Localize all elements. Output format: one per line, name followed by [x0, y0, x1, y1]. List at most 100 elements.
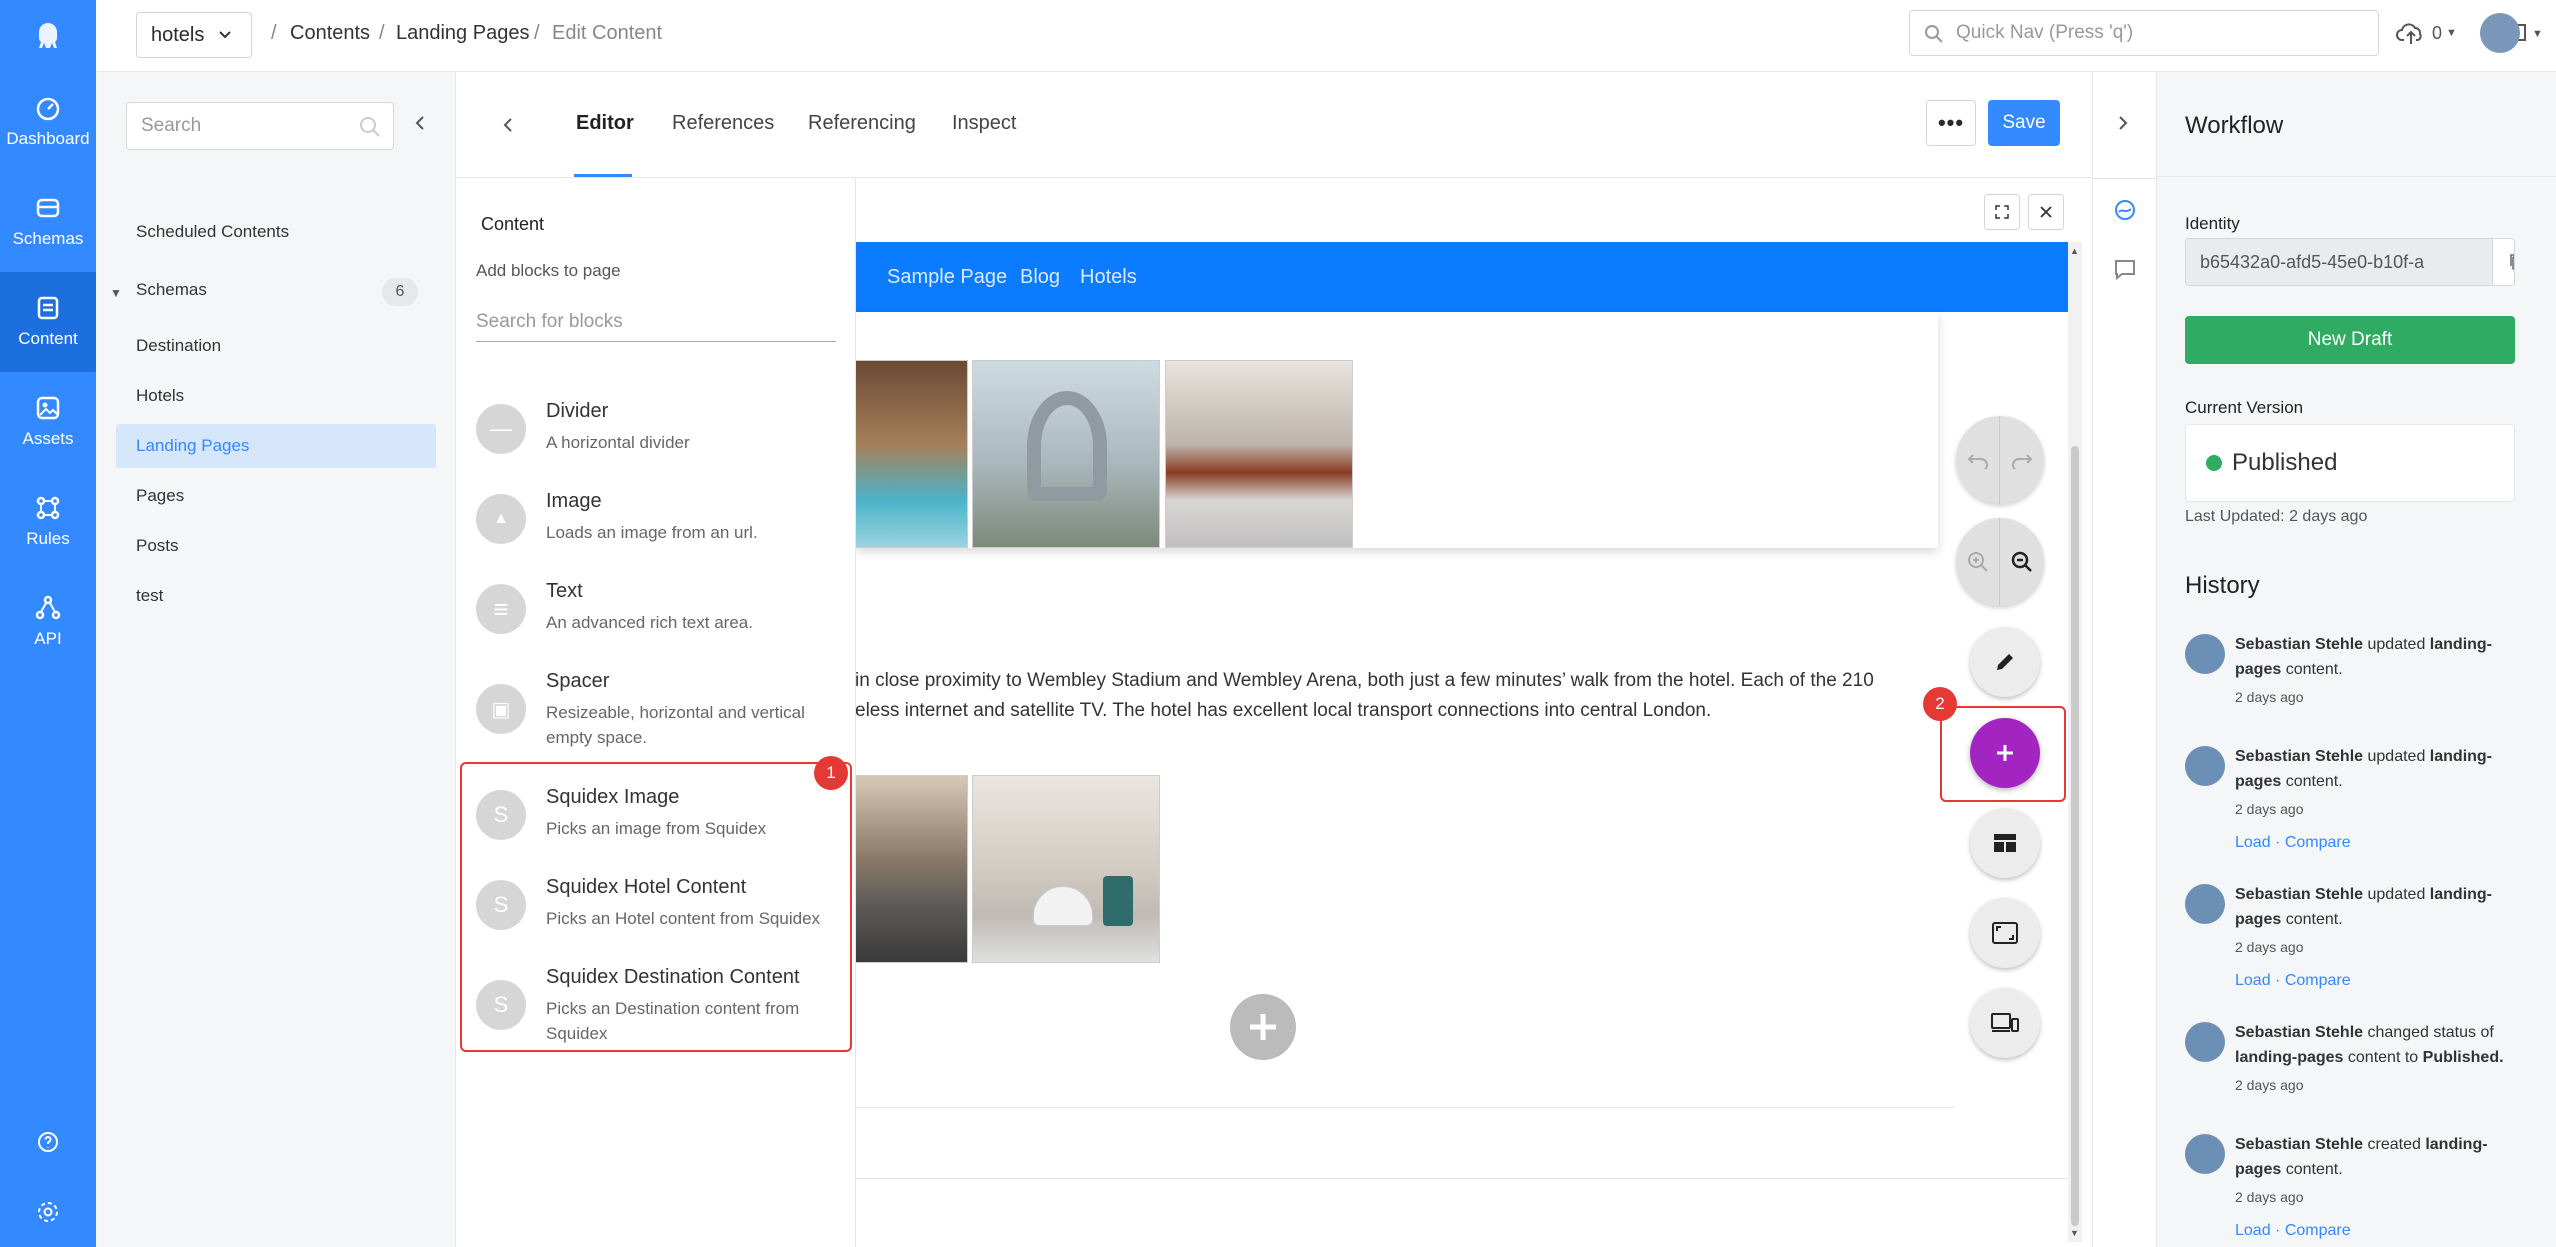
fullscreen-icon[interactable] — [1984, 194, 2020, 230]
close-icon[interactable] — [2028, 194, 2064, 230]
scheduled-contents-link[interactable]: Scheduled Contents — [116, 210, 436, 254]
squidex-block-icon: S — [476, 880, 526, 930]
history-action: created — [2367, 1136, 2421, 1153]
save-button[interactable]: Save — [1988, 100, 2060, 146]
help-icon[interactable] — [36, 1130, 60, 1159]
compare-link[interactable]: Compare — [2285, 972, 2351, 989]
assets-icon — [36, 396, 60, 420]
undo-icon[interactable] — [1956, 416, 2000, 504]
identity-field[interactable]: b65432a0-afd5-45e0-b10f-a — [2185, 238, 2515, 286]
sidebar-item-rules[interactable]: Rules — [0, 472, 96, 572]
canvas-scrollbar-thumb[interactable] — [2071, 446, 2079, 1226]
preview-text-block[interactable]: in close proximity to Wembley Stadium an… — [855, 666, 1955, 726]
history-action: updated — [2367, 886, 2426, 903]
squidex-logo[interactable] — [0, 0, 96, 72]
schema-item-posts[interactable]: Posts — [116, 524, 436, 568]
tab-inspect[interactable]: Inspect — [952, 112, 1016, 135]
content-icon — [37, 296, 59, 320]
more-options-button[interactable]: ••• — [1926, 100, 1976, 146]
sidebar-item-dashboard[interactable]: Dashboard — [0, 72, 96, 172]
workflow-history-icon[interactable] — [2113, 198, 2137, 227]
schemas-section-title[interactable]: Schemas — [136, 280, 207, 300]
blocks-panel: Content Add blocks to page Search for bl… — [456, 178, 856, 1247]
load-link[interactable]: Load — [2235, 1222, 2271, 1239]
app-selector[interactable]: hotels — [136, 12, 252, 58]
add-block-circle-button[interactable] — [1230, 994, 1296, 1060]
upload-menu[interactable]: 0 ▼ — [2396, 20, 2457, 46]
edit-pencil-button[interactable] — [1970, 627, 2040, 697]
compare-link[interactable]: Compare — [2285, 834, 2351, 851]
schema-search-input[interactable]: Search — [126, 102, 394, 150]
sidebar-label: Rules — [26, 529, 70, 548]
preview-image-gallery[interactable] — [855, 312, 1938, 548]
layout-button[interactable] — [1970, 808, 2040, 878]
tab-referencing[interactable]: Referencing — [808, 112, 916, 135]
load-link[interactable]: Load — [2235, 834, 2271, 851]
history-time: 2 days ago — [2235, 1077, 2304, 1093]
avatar — [2185, 634, 2225, 674]
schema-item-landing-pages[interactable]: Landing Pages — [116, 424, 436, 468]
zoom-in-icon[interactable] — [1956, 518, 2000, 606]
copy-icon[interactable] — [2492, 239, 2514, 285]
canvas-size-button[interactable] — [1970, 898, 2040, 968]
settings-icon[interactable] — [36, 1200, 60, 1229]
zoom-out-icon[interactable] — [2000, 518, 2044, 606]
block-squidex-hotel-content[interactable]: S Squidex Hotel Content Picks an Hotel c… — [476, 876, 836, 966]
upload-count: 0 — [2432, 22, 2443, 43]
preview-nav-sample-page[interactable]: Sample Page — [887, 266, 1007, 289]
caret-down-icon: ▼ — [2532, 28, 2543, 40]
block-squidex-image[interactable]: S Squidex Image Picks an image from Squi… — [476, 786, 836, 876]
caret-down-icon: ▼ — [2446, 27, 2457, 39]
avatar — [2185, 1022, 2225, 1062]
load-link[interactable]: Load — [2235, 972, 2271, 989]
sidebar-item-api[interactable]: API — [0, 572, 96, 672]
tab-references[interactable]: References — [672, 112, 774, 135]
back-icon[interactable] — [502, 116, 514, 139]
search-icon — [1925, 25, 1943, 43]
new-draft-button[interactable]: New Draft — [2185, 316, 2515, 364]
main-sidebar: Dashboard Schemas Content Assets Rules A… — [0, 0, 96, 1247]
block-divider[interactable]: — Divider A horizontal divider — [476, 400, 836, 490]
block-squidex-destination-content[interactable]: S Squidex Destination Content Picks an D… — [476, 966, 836, 1066]
schema-item-pages[interactable]: Pages — [116, 474, 436, 518]
scroll-up-arrow[interactable]: ▲ — [2070, 246, 2079, 256]
plus-icon — [1997, 745, 2013, 761]
block-text[interactable]: ≡ Text An advanced rich text area. — [476, 580, 836, 670]
block-image[interactable]: ▲ Image Loads an image from an url. — [476, 490, 836, 580]
schema-item-hotels[interactable]: Hotels — [116, 374, 436, 418]
preview-nav-blog[interactable]: Blog — [1020, 266, 1060, 289]
status-dropdown[interactable]: Published — [2185, 424, 2515, 502]
sidebar-item-schemas[interactable]: Schemas — [0, 172, 96, 272]
redo-icon[interactable] — [2000, 416, 2044, 504]
scroll-down-arrow[interactable]: ▼ — [2070, 1228, 2079, 1238]
block-search-input[interactable]: Search for blocks — [476, 302, 836, 342]
schema-item-destination[interactable]: Destination — [116, 324, 436, 368]
quick-nav-input[interactable]: Quick Nav (Press 'q') — [1909, 10, 2379, 56]
add-block-button[interactable] — [1970, 718, 2040, 788]
schema-label: Destination — [136, 336, 222, 355]
compare-link[interactable]: Compare — [2285, 1222, 2351, 1239]
block-description: Picks an Destination content from Squide… — [546, 999, 800, 1043]
breadcrumb-landing-pages[interactable]: Landing Pages — [396, 22, 529, 45]
user-avatar[interactable] — [2480, 13, 2520, 53]
history-time: 2 days ago — [2235, 939, 2304, 955]
preview-nav-hotels[interactable]: Hotels — [1080, 266, 1137, 289]
schema-item-test[interactable]: test — [116, 574, 436, 618]
sidebar-item-assets[interactable]: Assets — [0, 372, 96, 472]
history-suffix: content. — [2285, 911, 2343, 928]
search-icon — [360, 117, 380, 137]
breadcrumb-separator: / — [379, 22, 385, 44]
pencil-icon — [1997, 654, 2013, 670]
block-title: Spacer — [546, 670, 610, 692]
tab-editor[interactable]: Editor — [576, 112, 634, 135]
breadcrumb-contents[interactable]: Contents — [290, 22, 370, 45]
comments-icon[interactable] — [2113, 258, 2137, 287]
device-preview-button[interactable] — [1970, 988, 2040, 1058]
caret-down-icon[interactable]: ▼ — [110, 286, 122, 300]
collapse-panel-icon[interactable] — [414, 114, 426, 137]
sidebar-item-content[interactable]: Content — [0, 272, 96, 372]
collapse-right-icon[interactable] — [2117, 114, 2129, 137]
dashboard-icon — [36, 97, 60, 121]
history-user: Sebastian Stehle — [2235, 1024, 2364, 1041]
sidebar-label: Dashboard — [6, 129, 90, 148]
